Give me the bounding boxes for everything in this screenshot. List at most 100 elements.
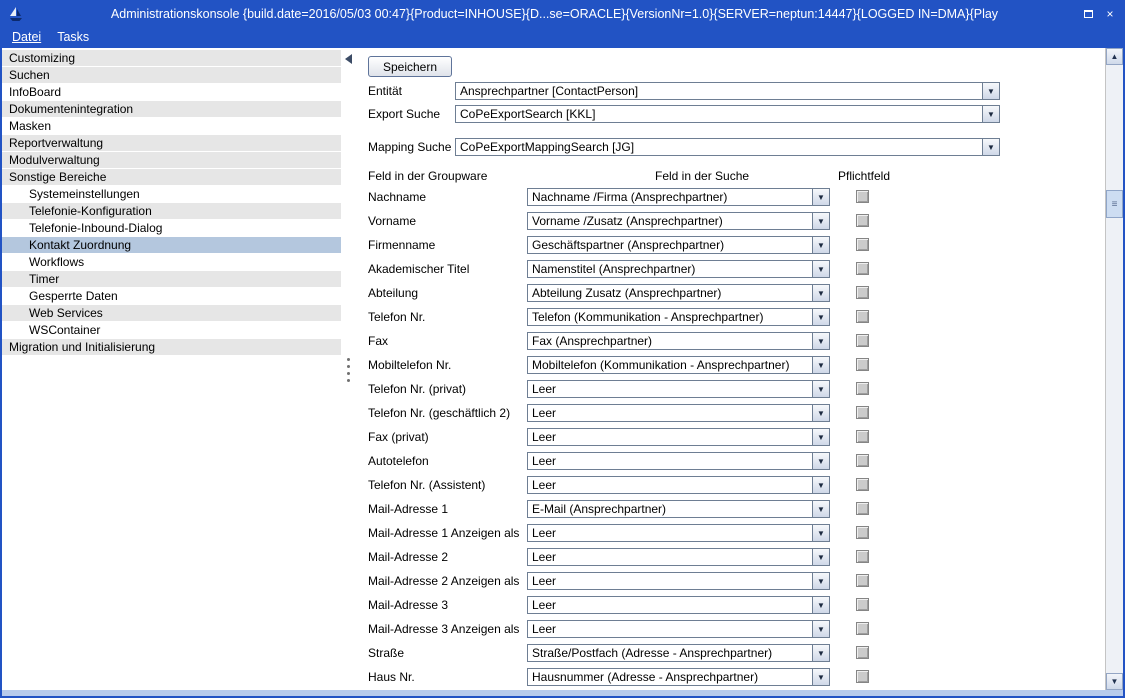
search-field-combo[interactable]: Leer ▼ — [527, 548, 830, 566]
required-checkbox[interactable] — [856, 262, 869, 275]
search-field-combo[interactable]: Leer ▼ — [527, 428, 830, 446]
splitter-collapse-icon[interactable] — [345, 54, 352, 64]
search-field-combo[interactable]: Leer ▼ — [527, 596, 830, 614]
chevron-down-icon[interactable]: ▼ — [812, 669, 829, 685]
chevron-down-icon[interactable]: ▼ — [812, 405, 829, 421]
required-checkbox[interactable] — [856, 286, 869, 299]
sidebar-item-telefonie-inbound-dialog[interactable]: Telefonie-Inbound-Dialog — [2, 220, 341, 236]
chevron-down-icon[interactable]: ▼ — [812, 549, 829, 565]
chevron-down-icon[interactable]: ▼ — [812, 261, 829, 277]
scroll-up-button[interactable]: ▲ — [1106, 48, 1123, 65]
sidebar-item-telefonie-konfiguration[interactable]: Telefonie-Konfiguration — [2, 203, 341, 219]
sidebar-item-timer[interactable]: Timer — [2, 271, 341, 287]
chevron-down-icon[interactable]: ▼ — [812, 525, 829, 541]
chevron-down-icon[interactable]: ▼ — [812, 477, 829, 493]
search-field-combo[interactable]: Geschäftspartner (Ansprechpartner) ▼ — [527, 236, 830, 254]
splitter[interactable] — [341, 48, 357, 690]
chevron-down-icon[interactable]: ▼ — [812, 645, 829, 661]
chevron-down-icon[interactable]: ▼ — [812, 213, 829, 229]
close-button[interactable]: × — [1102, 6, 1118, 22]
chevron-down-icon[interactable]: ▼ — [812, 285, 829, 301]
scrollbar-thumb[interactable]: ≡ — [1106, 190, 1123, 218]
search-field-combo[interactable]: Leer ▼ — [527, 404, 830, 422]
search-field-combo[interactable]: Fax (Ansprechpartner) ▼ — [527, 332, 830, 350]
search-field-combo[interactable]: Leer ▼ — [527, 452, 830, 470]
search-field-combo[interactable]: Leer ▼ — [527, 476, 830, 494]
export-search-combo[interactable]: CoPeExportSearch [KKL] ▼ — [455, 105, 1000, 123]
sidebar-item-migration-und-initialisierung[interactable]: Migration und Initialisierung — [2, 339, 341, 355]
search-field-combo[interactable]: E-Mail (Ansprechpartner) ▼ — [527, 500, 830, 518]
chevron-down-icon[interactable]: ▼ — [982, 139, 999, 155]
sidebar-item-infoboard[interactable]: InfoBoard — [2, 84, 341, 100]
chevron-down-icon[interactable]: ▼ — [812, 237, 829, 253]
required-checkbox[interactable] — [856, 598, 869, 611]
chevron-down-icon[interactable]: ▼ — [812, 429, 829, 445]
chevron-down-icon[interactable]: ▼ — [982, 106, 999, 122]
chevron-down-icon[interactable]: ▼ — [812, 189, 829, 205]
menu-datei[interactable]: Datei — [12, 30, 41, 44]
chevron-down-icon[interactable]: ▼ — [812, 381, 829, 397]
sidebar-item-dokumentenintegration[interactable]: Dokumentenintegration — [2, 101, 341, 117]
chevron-down-icon[interactable]: ▼ — [812, 597, 829, 613]
required-checkbox[interactable] — [856, 334, 869, 347]
sidebar-item-gesperrte-daten[interactable]: Gesperrte Daten — [2, 288, 341, 304]
search-field-combo[interactable]: Abteilung Zusatz (Ansprechpartner) ▼ — [527, 284, 830, 302]
search-field-combo[interactable]: Leer ▼ — [527, 524, 830, 542]
sidebar-item-customizing[interactable]: Customizing — [2, 50, 341, 66]
splitter-grip[interactable] — [347, 358, 350, 382]
required-checkbox[interactable] — [856, 214, 869, 227]
sidebar-item-systemeinstellungen[interactable]: Systemeinstellungen — [2, 186, 341, 202]
required-checkbox[interactable] — [856, 238, 869, 251]
menu-tasks[interactable]: Tasks — [57, 30, 89, 44]
vertical-scrollbar[interactable]: ▲ ≡ ▼ — [1105, 48, 1123, 690]
required-checkbox[interactable] — [856, 670, 869, 683]
sidebar-item-label: WSContainer — [29, 323, 100, 337]
search-field-combo[interactable]: Nachname /Firma (Ansprechpartner) ▼ — [527, 188, 830, 206]
required-checkbox[interactable] — [856, 622, 869, 635]
required-checkbox[interactable] — [856, 310, 869, 323]
scroll-down-button[interactable]: ▼ — [1106, 673, 1123, 690]
search-field-combo[interactable]: Hausnummer (Adresse - Ansprechpartner) ▼ — [527, 668, 830, 686]
search-field-combo[interactable]: Leer ▼ — [527, 572, 830, 590]
required-checkbox[interactable] — [856, 454, 869, 467]
chevron-down-icon[interactable]: ▼ — [812, 357, 829, 373]
required-checkbox[interactable] — [856, 526, 869, 539]
search-field-combo[interactable]: Mobiltelefon (Kommunikation - Ansprechpa… — [527, 356, 830, 374]
search-field-combo[interactable]: Telefon (Kommunikation - Ansprechpartner… — [527, 308, 830, 326]
search-field-combo[interactable]: Namenstitel (Ansprechpartner) ▼ — [527, 260, 830, 278]
required-checkbox[interactable] — [856, 406, 869, 419]
sidebar-item-web-services[interactable]: Web Services — [2, 305, 341, 321]
required-checkbox[interactable] — [856, 478, 869, 491]
required-checkbox[interactable] — [856, 358, 869, 371]
entity-combo[interactable]: Ansprechpartner [ContactPerson] ▼ — [455, 82, 1000, 100]
required-checkbox[interactable] — [856, 646, 869, 659]
chevron-down-icon[interactable]: ▼ — [982, 83, 999, 99]
sidebar-item-suchen[interactable]: Suchen — [2, 67, 341, 83]
search-field-combo[interactable]: Leer ▼ — [527, 380, 830, 398]
chevron-down-icon[interactable]: ▼ — [812, 573, 829, 589]
save-button[interactable]: Speichern — [368, 56, 452, 77]
required-checkbox[interactable] — [856, 430, 869, 443]
sidebar-item-workflows[interactable]: Workflows — [2, 254, 341, 270]
chevron-down-icon[interactable]: ▼ — [812, 333, 829, 349]
mapping-search-combo[interactable]: CoPeExportMappingSearch [JG] ▼ — [455, 138, 1000, 156]
required-checkbox[interactable] — [856, 550, 869, 563]
chevron-down-icon[interactable]: ▼ — [812, 621, 829, 637]
search-field-combo[interactable]: Leer ▼ — [527, 620, 830, 638]
search-field-combo[interactable]: Straße/Postfach (Adresse - Ansprechpartn… — [527, 644, 830, 662]
maximize-button[interactable] — [1080, 6, 1096, 22]
sidebar-item-reportverwaltung[interactable]: Reportverwaltung — [2, 135, 341, 151]
required-checkbox[interactable] — [856, 574, 869, 587]
required-checkbox[interactable] — [856, 382, 869, 395]
sidebar-item-kontakt-zuordnung[interactable]: Kontakt Zuordnung — [2, 237, 341, 253]
chevron-down-icon[interactable]: ▼ — [812, 309, 829, 325]
chevron-down-icon[interactable]: ▼ — [812, 453, 829, 469]
sidebar-item-wscontainer[interactable]: WSContainer — [2, 322, 341, 338]
sidebar-item-modulverwaltung[interactable]: Modulverwaltung — [2, 152, 341, 168]
search-field-combo[interactable]: Vorname /Zusatz (Ansprechpartner) ▼ — [527, 212, 830, 230]
sidebar-item-sonstige-bereiche[interactable]: Sonstige Bereiche — [2, 169, 341, 185]
chevron-down-icon[interactable]: ▼ — [812, 501, 829, 517]
required-checkbox[interactable] — [856, 502, 869, 515]
required-checkbox[interactable] — [856, 190, 869, 203]
sidebar-item-masken[interactable]: Masken — [2, 118, 341, 134]
